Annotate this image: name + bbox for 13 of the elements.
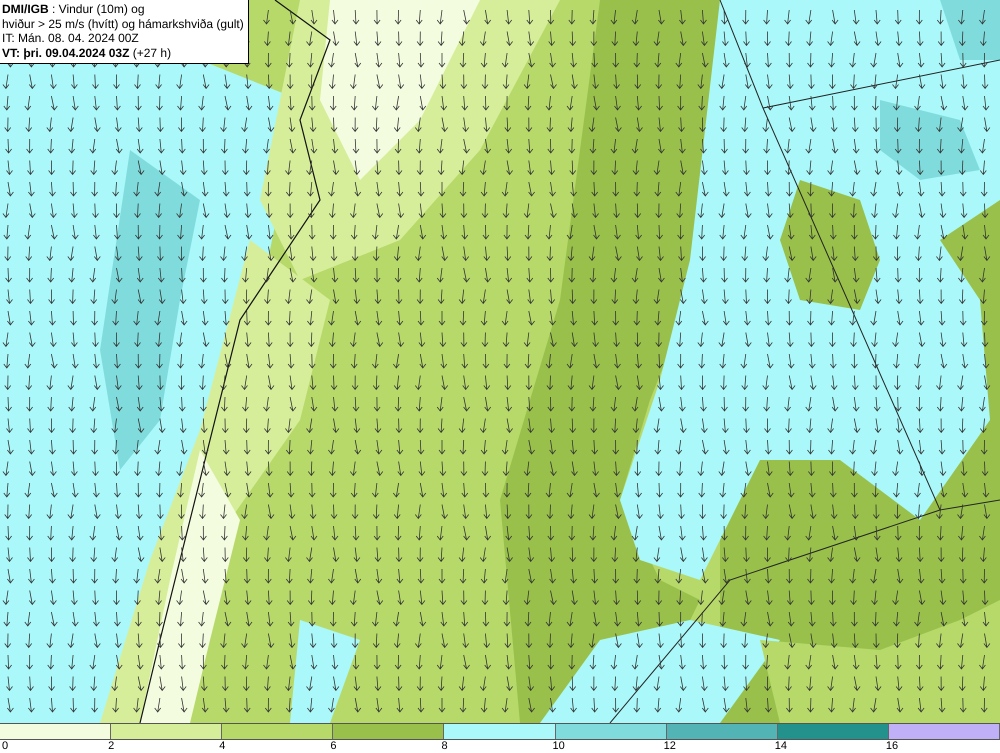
legend-label: 14 — [774, 740, 788, 753]
info-text: IT: Mán. 08. 04. 2024 00Z — [2, 31, 140, 46]
legend-label: 10 — [552, 740, 565, 753]
legend-label: 2 — [108, 740, 114, 753]
info-text: VT: þri. 09.04.2024 03Z (+27 h) — [2, 46, 172, 60]
legend-label: 16 — [886, 740, 898, 753]
info-text: hviður > 25 m/s (hvítt) og hámarkshviða (gult) — [2, 16, 244, 31]
info-text: DMI/IGB : Vindur (10m) og — [2, 2, 146, 16]
legend-label: 4 — [219, 740, 226, 753]
legend-label: 6 — [330, 740, 336, 753]
legend-label: 8 — [441, 740, 448, 753]
legend-label: 12 — [664, 740, 676, 753]
legend-label: 0 — [2, 740, 8, 753]
